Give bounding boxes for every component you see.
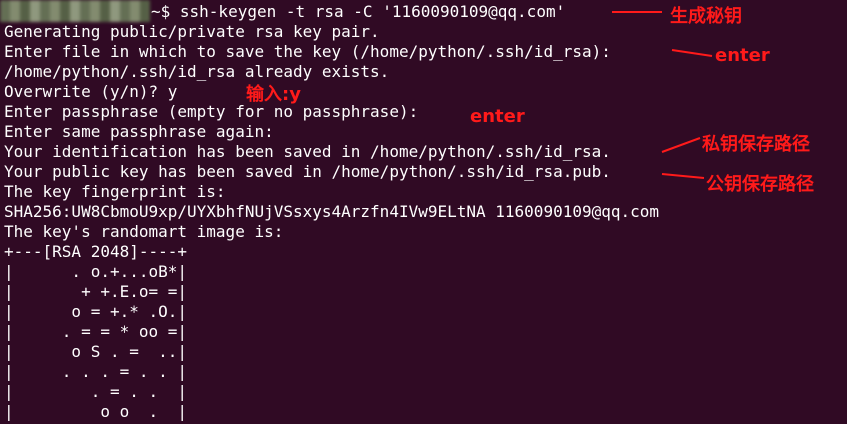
arrow-private-key — [661, 137, 701, 153]
arrow-public-key — [661, 173, 705, 179]
annotation-private-key-path: 私钥保存路径 — [702, 134, 810, 155]
annotation-input-y: 输入:y — [246, 84, 301, 105]
annotation-enter-1: enter — [715, 45, 770, 66]
terminal-window[interactable]: ~$ ssh-keygen -t rsa -C '1160090109@qq.c… — [0, 0, 847, 424]
annotation-public-key-path: 公钥保存路径 — [706, 174, 814, 195]
annotation-generate-key: 生成秘钥 — [670, 6, 742, 27]
arrow-enter-1 — [671, 49, 713, 57]
annotation-enter-2: enter — [470, 106, 525, 127]
